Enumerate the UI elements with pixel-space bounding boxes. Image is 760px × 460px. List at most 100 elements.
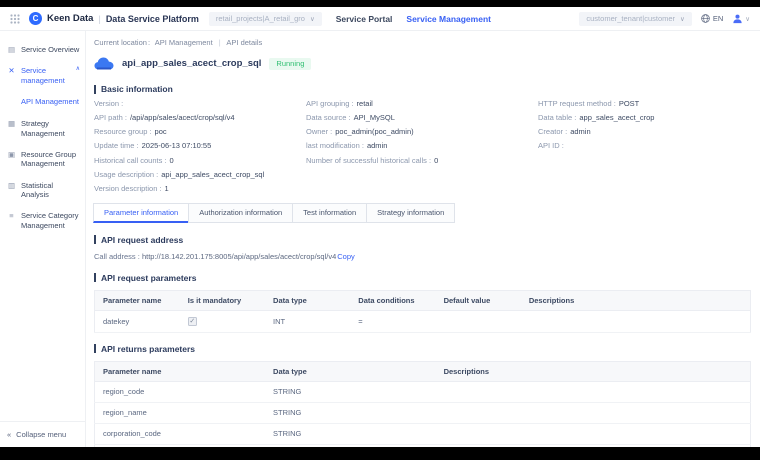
tenant-selector[interactable]: customer_tenant|customer ∨ [579, 12, 691, 26]
data-type-cell: STRING [265, 423, 436, 444]
section-bar [94, 273, 96, 282]
column-header: Data conditions [350, 290, 435, 310]
user-menu[interactable]: ∨ [732, 13, 750, 24]
sidebar-item-label: Resource Group Management [21, 150, 80, 169]
table-header-row: Parameter name Data type Descriptions [95, 361, 751, 381]
field-api-path: API path/api/app/sales/acect/crop/sql/v4 [94, 113, 306, 123]
sidebar-item-service-overview[interactable]: ▤ Service Overview [0, 39, 85, 60]
copy-link[interactable]: Copy [337, 252, 355, 261]
column-header: Data type [265, 290, 350, 310]
detail-tabs: Parameter information Authorization info… [94, 203, 751, 223]
chevron-down-icon: ∨ [310, 15, 315, 23]
request-parameters-table: Parameter name Is it mandatory Data type… [94, 290, 751, 333]
checkbox-checked-icon: ✓ [188, 317, 197, 326]
sidebar-item-resource-group[interactable]: ▣ Resource Group Management [0, 144, 85, 175]
sidebar-item-api-management[interactable]: API Management [0, 91, 85, 113]
field-api-id: API ID [538, 141, 751, 151]
column-header: Is it mandatory [180, 290, 265, 310]
column-header: Descriptions [436, 361, 751, 381]
main-content: Current location: API Management | API d… [86, 31, 760, 447]
nav-service-portal[interactable]: Service Portal [336, 14, 393, 24]
mandatory-cell: ✓ [180, 310, 265, 332]
tab-authorization-information[interactable]: Authorization information [188, 203, 293, 223]
field-version-description: Version description1 [94, 184, 751, 194]
section-api-request-parameters: API request parameters [94, 273, 751, 283]
call-address-row: Call addresshttp://18.142.201.175:8005/a… [94, 252, 751, 261]
language-switcher[interactable]: EN [701, 14, 723, 23]
section-bar [94, 85, 96, 94]
sidebar-item-statistical-analysis[interactable]: ▥ Statistical Analysis [0, 175, 85, 206]
description-cell [521, 310, 751, 332]
collapse-menu-button[interactable]: « Collapse menu [0, 421, 85, 447]
sidebar-item-label: Statistical Analysis [21, 181, 80, 200]
chevron-up-icon: ∧ [76, 66, 80, 74]
sidebar-item-service-management[interactable]: ✕ Service management ∧ [0, 60, 85, 91]
field-api-grouping: API groupingretail [306, 99, 538, 109]
breadcrumb: Current location: API Management | API d… [94, 35, 751, 54]
field-last-modification: last modificationadmin [306, 141, 538, 151]
screen: C Keen Data | Data Service Platform reta… [0, 0, 760, 460]
section-bar [94, 235, 96, 244]
product-title: Data Service Platform [106, 14, 199, 24]
section-api-request-address: API request address [94, 235, 751, 245]
field-creator: Creatoradmin [538, 127, 751, 137]
tab-parameter-information[interactable]: Parameter information [93, 203, 189, 223]
call-address-url: http://18.142.201.175:8005/api/app/sales… [142, 252, 336, 261]
breadcrumb-separator: | [219, 38, 221, 47]
description-cell [436, 444, 751, 447]
keen-data-logo-icon: C [29, 12, 42, 25]
cloud-api-icon [94, 57, 114, 70]
breadcrumb-section[interactable]: API Management [155, 38, 213, 47]
column-header: Data type [265, 361, 436, 381]
chevron-down-icon: ∨ [745, 15, 750, 23]
field-historical-call-counts: Historical call counts0 [94, 156, 306, 166]
sidebar-item-label: Strategy Management [21, 119, 80, 138]
condition-cell: = [350, 310, 435, 332]
breadcrumb-page: API details [226, 38, 262, 47]
tab-strategy-information[interactable]: Strategy information [366, 203, 455, 223]
description-cell [436, 423, 751, 444]
table-row: datekey ✓ INT = [95, 310, 751, 332]
dashboard-icon: ▤ [7, 45, 16, 54]
collapse-menu-label: Collapse menu [16, 430, 66, 439]
table-row: corporation_code STRING [95, 423, 751, 444]
table-header-row: Parameter name Is it mandatory Data type… [95, 290, 751, 310]
list-icon: ≡ [7, 211, 16, 220]
apps-grid-icon[interactable] [10, 14, 20, 24]
field-usage-description: Usage descriptionapi_app_sales_acect_cro… [94, 170, 751, 180]
data-type-cell: STRING [265, 402, 436, 423]
table-row: corporation_name STRING [95, 444, 751, 447]
tab-test-information[interactable]: Test information [292, 203, 367, 223]
globe-icon [701, 14, 710, 23]
section-api-returns-parameters: API returns parameters [94, 344, 751, 354]
param-name-cell: region_code [95, 381, 266, 402]
field-version: Version [94, 99, 306, 109]
project-selector[interactable]: retail_projects|A_retail_gro ∨ [209, 12, 322, 26]
sidebar-item-strategy-management[interactable]: ▦ Strategy Management [0, 113, 85, 144]
section-basic-information: Basic information [94, 84, 751, 94]
param-name-cell: datekey [95, 310, 180, 332]
returns-parameters-table: Parameter name Data type Descriptions re… [94, 361, 751, 447]
column-header: Parameter name [95, 361, 266, 381]
nav-service-management[interactable]: Service Management [406, 14, 491, 24]
param-name-cell: corporation_code [95, 423, 266, 444]
tenant-selector-value: customer_tenant|customer [586, 14, 675, 23]
chevron-down-icon: ∨ [680, 15, 685, 23]
sidebar-item-service-category[interactable]: ≡ Service Category Management [0, 205, 85, 236]
resource-box-icon: ▣ [7, 150, 16, 159]
language-label: EN [713, 14, 723, 23]
data-type-cell: INT [265, 310, 350, 332]
param-name-cell: corporation_name [95, 444, 266, 447]
collapse-icon: « [7, 430, 11, 439]
tools-icon: ✕ [7, 66, 16, 75]
table-row: region_code STRING [95, 381, 751, 402]
sidebar-item-label: Service Overview [21, 45, 79, 54]
field-resource-group: Resource grouppoc [94, 127, 306, 137]
chart-icon: ▥ [7, 181, 16, 190]
sidebar-item-label: Service Category Management [21, 211, 80, 230]
description-cell [436, 381, 751, 402]
project-selector-value: retail_projects|A_retail_gro [216, 14, 305, 23]
app-window: C Keen Data | Data Service Platform reta… [0, 7, 760, 447]
api-title-row: api_app_sales_acect_crop_sql Running [94, 57, 751, 70]
default-value-cell [436, 310, 521, 332]
